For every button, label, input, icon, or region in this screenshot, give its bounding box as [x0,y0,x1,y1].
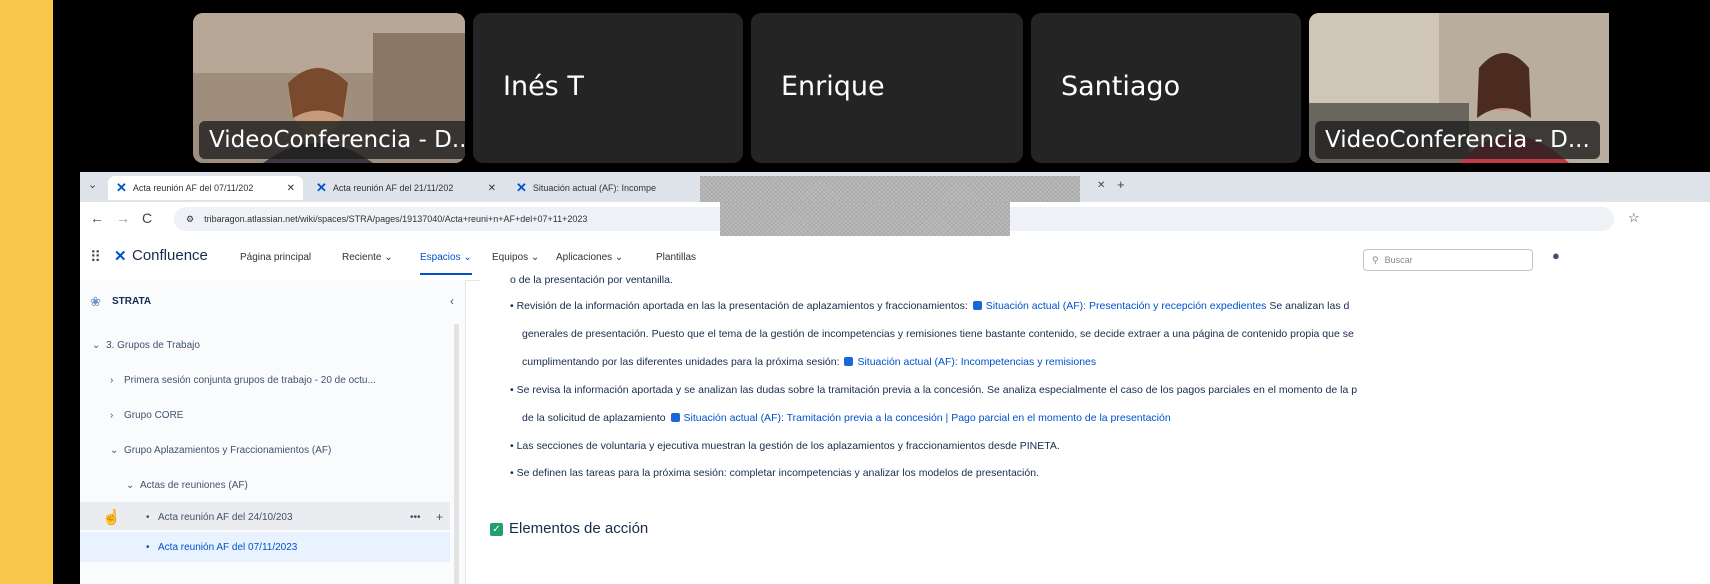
browser-tab[interactable]: ✕ Situación actual (AF): Incompe [508,176,698,200]
tree-item[interactable]: Grupo CORE [124,410,183,421]
participant-name: Inés T [503,71,584,102]
tree-toggle-icon[interactable]: ⌄ [110,445,118,456]
page-content: o de la presentación por ventanilla. • R… [480,274,1710,584]
back-icon[interactable]: ← [90,210,104,226]
bullet-icon: • [146,512,150,523]
browser-tab[interactable]: ✕ Acta reunión AF del 21/11/202 ✕ [308,176,504,200]
tree-item[interactable]: Acta reunión AF del 07/11/2023 [158,542,297,553]
page-link-icon [844,357,854,366]
tree-toggle-icon[interactable]: › [110,375,113,386]
smart-link[interactable]: Situación actual (AF): Tramitación previ… [684,412,1171,424]
checkbox-icon: ✓ [490,523,503,536]
search-placeholder: Buscar [1384,255,1413,265]
tree-item[interactable]: 3. Grupos de Trabajo [106,340,200,351]
tab-close-icon[interactable]: ✕ [1097,180,1105,191]
site-info-icon[interactable]: ⚙ [186,214,194,225]
section-heading: ✓ Elementos de acción [490,520,648,537]
new-tab-icon[interactable]: + [1117,177,1125,192]
tree-toggle-icon[interactable]: ⌄ [126,480,134,491]
bullet-icon: • [510,467,517,479]
list-item: • Se revisa la información aportada y se… [510,384,1358,396]
participant-name: Santiago [1061,71,1181,102]
tab-close-icon[interactable]: ✕ [488,183,496,194]
collapse-sidebar-icon[interactable]: ‹ [450,294,454,308]
tree-toggle-icon[interactable]: ⌄ [92,340,100,351]
forward-icon[interactable]: → [116,210,130,226]
smart-link[interactable]: Situación actual (AF): Presentación y re… [986,300,1267,312]
list-item-cont: cumplimentando por las diferentes unidad… [522,356,1097,368]
tree-item[interactable]: Primera sesión conjunta grupos de trabaj… [124,375,376,386]
tab-title: Situación actual (AF): Incompe [532,183,656,193]
nav-apps[interactable]: Aplicaciones ⌄ [556,252,623,263]
page-link-icon [670,413,680,422]
browser-tab[interactable]: ✕ Acta reunión AF del 07/11/202 ✕ [108,176,303,200]
page-link-icon [972,301,982,310]
space-icon: ❀ [90,294,101,309]
list-item-cont: de la solicitud de aplazamiento Situació… [522,412,1171,424]
participant-name: Enrique [781,71,885,102]
confluence-icon: ✕ [116,180,127,195]
participant-tile[interactable]: Enrique [751,13,1023,163]
tree-item[interactable]: Grupo Aplazamientos y Fraccionamientos (… [124,445,331,456]
bullet-icon: • [146,542,150,553]
nav-teams[interactable]: Equipos ⌄ [492,252,539,263]
list-item: • Se definen las tareas para la próxima … [510,467,1039,479]
confluence-icon: ✕ [316,180,327,195]
space-name[interactable]: STRATA [112,296,151,307]
bullet-icon: • [510,300,517,312]
pointer-cursor-icon: ☝ [102,509,121,526]
app-switcher-icon[interactable]: ⠿ [90,248,101,266]
sidebar-scrollbar[interactable] [454,324,459,584]
video-call-window: VideoConferencia - D... Inés T Enrique S… [53,0,1710,584]
participant-tile[interactable]: VideoConferencia - D... [193,13,465,163]
redacted-area [700,176,1080,202]
tab-strip: ⌄ ✕ Acta reunión AF del 07/11/202 ✕ ✕ Ac… [80,172,1710,202]
tab-title: Acta reunión AF del 21/11/202 [332,183,454,193]
search-input[interactable]: ⚲ Buscar [1363,249,1533,271]
list-item: • Las secciones de voluntaria y ejecutiv… [510,440,1060,452]
search-icon: ⚲ [1372,254,1379,265]
participant-name: VideoConferencia - D... [1315,121,1600,159]
tab-close-icon[interactable]: ✕ [287,183,295,194]
browser-window: ⌄ ✕ Acta reunión AF del 07/11/202 ✕ ✕ Ac… [80,172,1710,584]
smart-link[interactable]: Situación actual (AF): Incompetencias y … [857,356,1096,368]
confluence-logo-icon[interactable]: ✕ [114,247,127,265]
bookmark-star-icon[interactable]: ☆ [1628,210,1640,226]
more-actions-icon[interactable]: ••• [410,512,421,523]
nav-spaces[interactable]: Espacios ⌄ [420,252,472,275]
confluence-icon: ✕ [516,180,527,195]
tab-title: Acta reunión AF del 07/11/202 [132,183,254,193]
participant-tile[interactable]: VideoConferencia - D... [1309,13,1609,163]
participant-name: VideoConferencia - D... [199,121,465,159]
list-item: • Revisión de la información aportada en… [510,300,1350,312]
confluence-header: ⠿ ✕ Confluence Página principal Reciente… [80,236,1710,281]
tree-item[interactable]: Acta reunión AF del 24/10/203 [158,512,293,523]
tab-menu-icon[interactable]: ⌄ [88,178,97,191]
nav-recent[interactable]: Reciente ⌄ [342,252,393,263]
bullet-icon: • [510,440,517,452]
list-item-cont: generales de presentación. Puesto que el… [522,328,1354,340]
reload-icon[interactable]: C [142,210,152,226]
participant-tile[interactable]: Inés T [473,13,743,163]
notifications-icon[interactable]: ● [1552,248,1560,263]
participant-tile[interactable]: Santiago [1031,13,1301,163]
add-child-icon[interactable]: + [436,510,443,524]
nav-home[interactable]: Página principal [240,252,311,263]
space-sidebar: ❀ STRATA ‹ ⌄ 3. Grupos de Trabajo › Prim… [80,280,466,584]
paragraph-cut: o de la presentación por ventanilla. [510,274,673,286]
tree-toggle-icon[interactable]: › [110,410,113,421]
tree-item[interactable]: Actas de reuniones (AF) [140,480,248,491]
nav-templates[interactable]: Plantillas [656,252,696,263]
confluence-logo-text[interactable]: Confluence [132,247,208,264]
bullet-icon: • [510,384,517,396]
url-text: tribaragon.atlassian.net/wiki/spaces/STR… [204,214,588,224]
